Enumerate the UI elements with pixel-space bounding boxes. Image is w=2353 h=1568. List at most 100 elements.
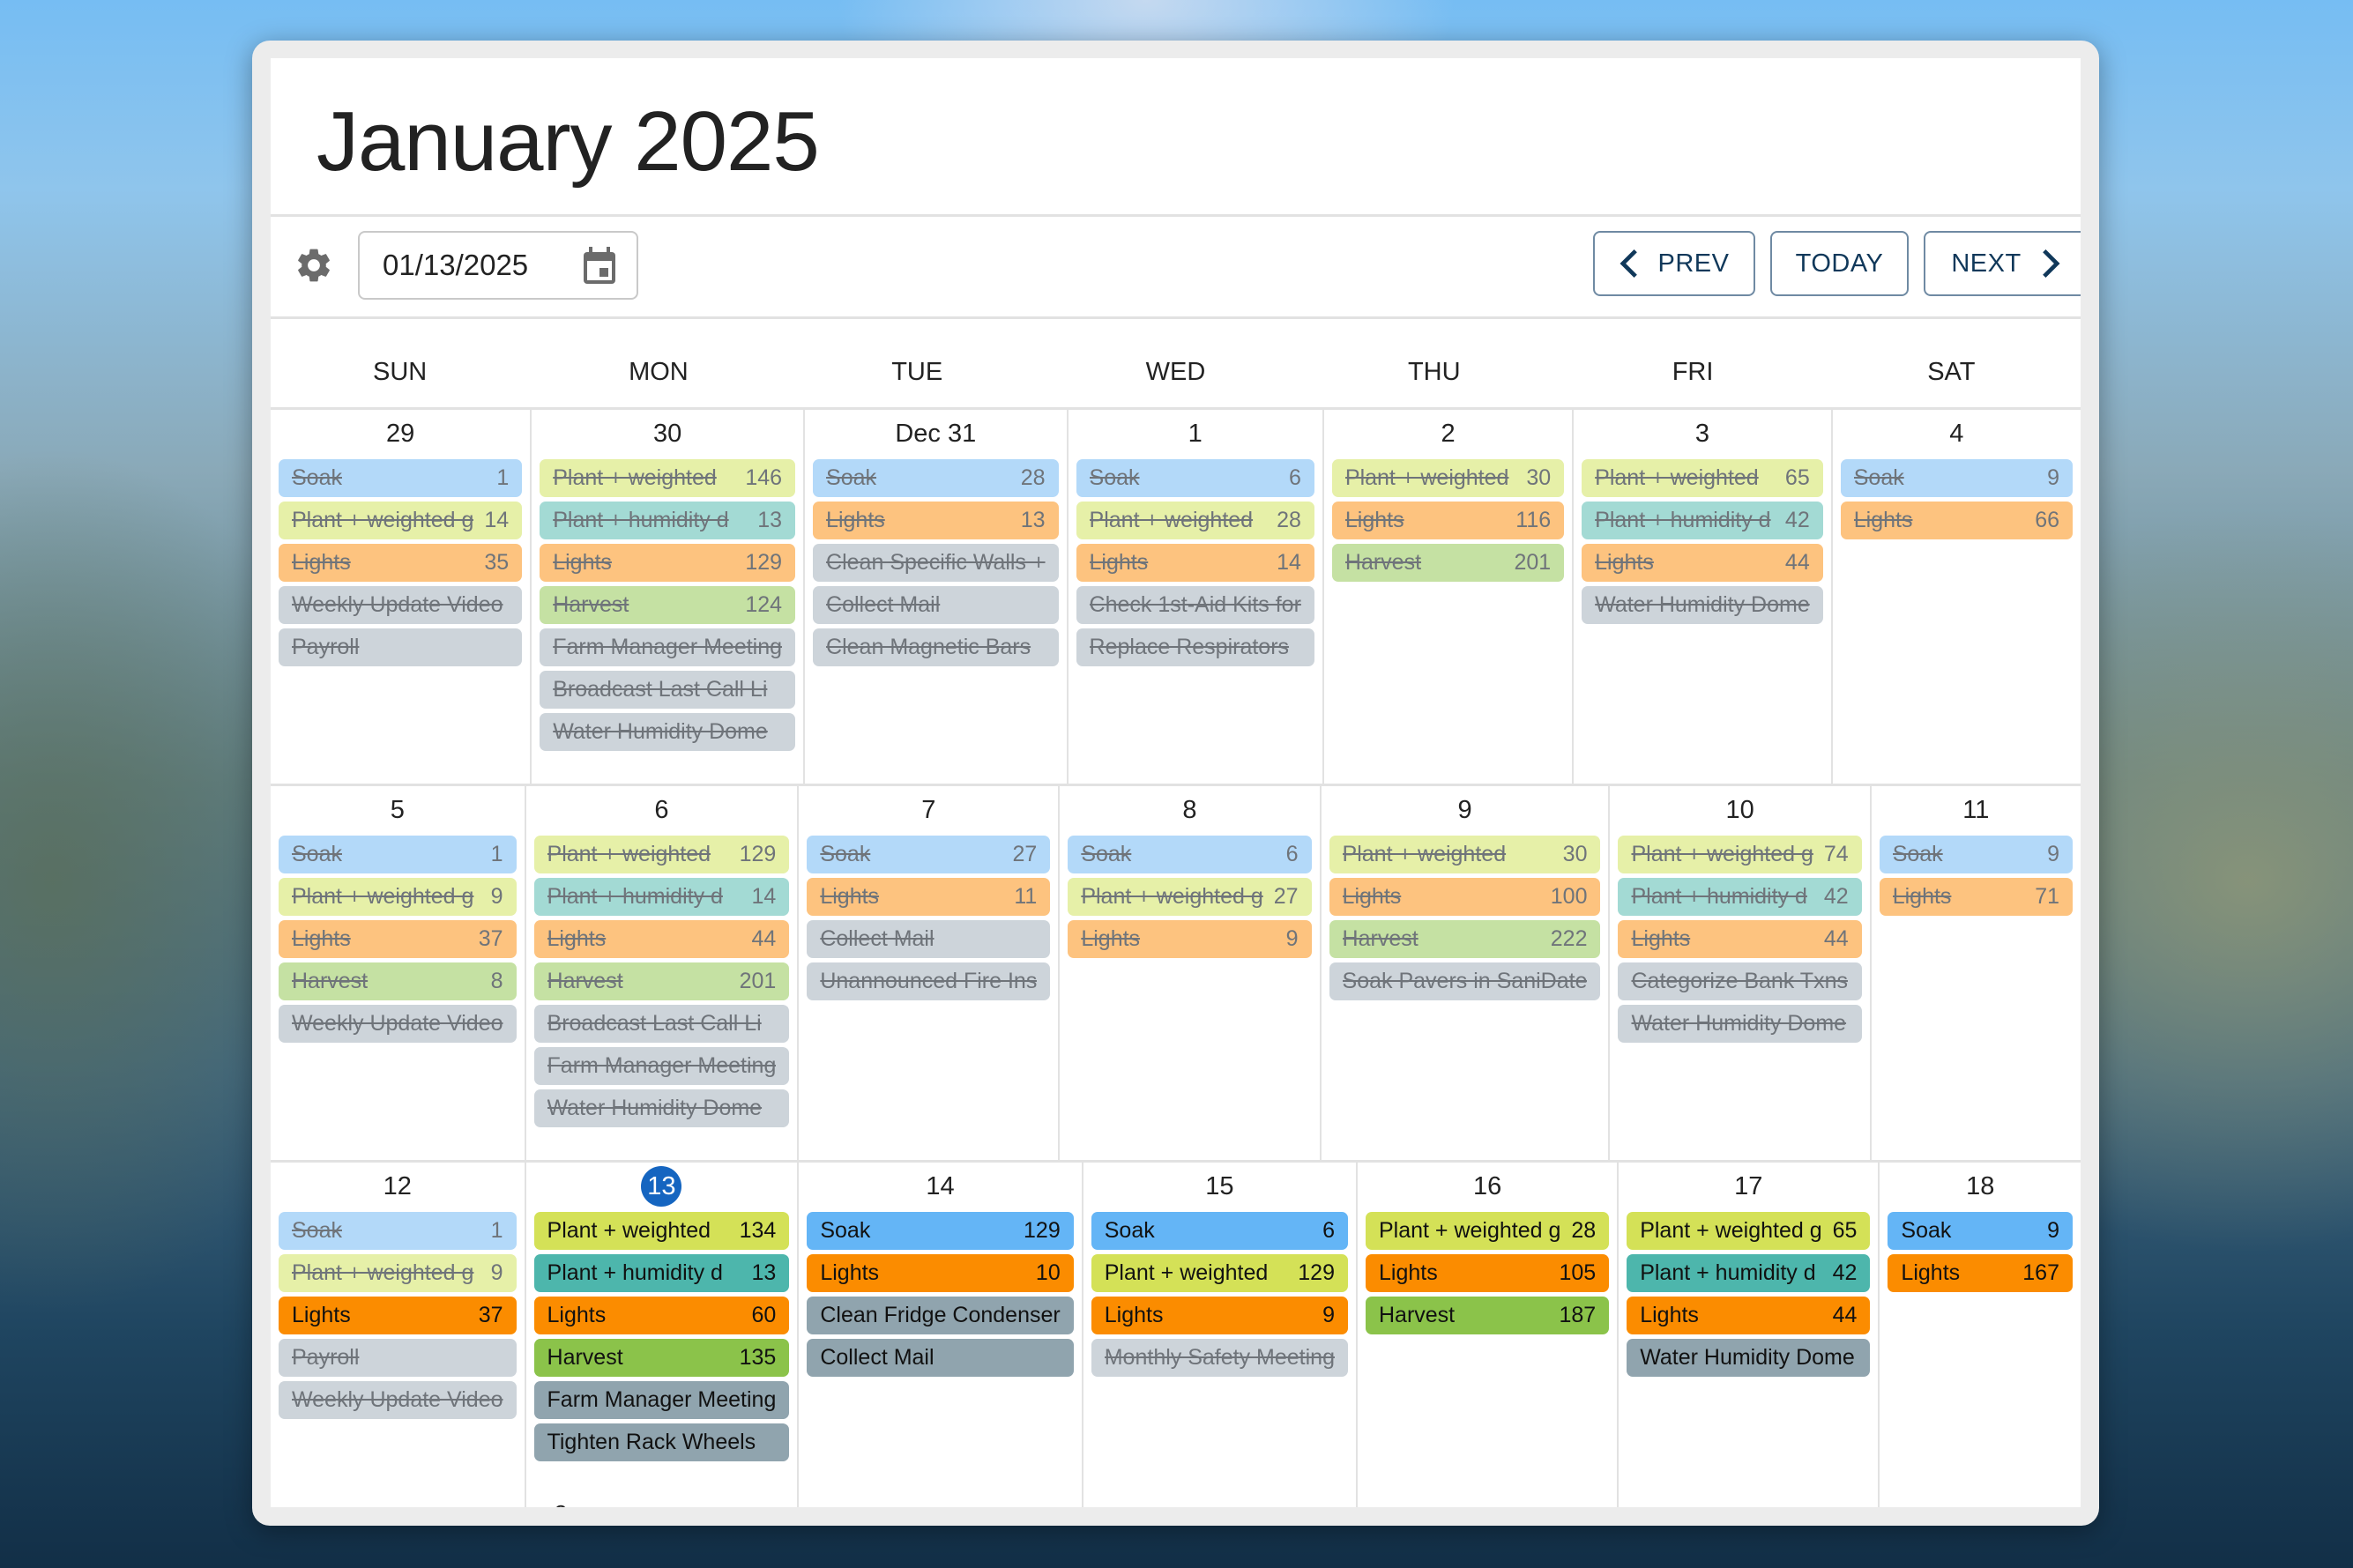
- event-chip[interactable]: Plant + weighted g 27: [1068, 878, 1312, 916]
- event-chip[interactable]: Plant + humidity d 13: [533, 1254, 790, 1292]
- event-chip[interactable]: Plant + weighted 30: [1331, 459, 1565, 497]
- event-chip[interactable]: Categorize Bank Txns: [1618, 962, 1862, 1000]
- event-chip[interactable]: Payroll: [279, 1339, 517, 1377]
- event-chip[interactable]: Plant + weighted 30: [1329, 836, 1601, 873]
- event-chip[interactable]: Plant + humidity d 42: [1627, 1254, 1871, 1292]
- event-chip[interactable]: Soak 1: [279, 836, 517, 873]
- event-chip[interactable]: Plant + weighted 28: [1076, 502, 1314, 539]
- event-chip[interactable]: Clean Magnetic Bars: [813, 628, 1059, 666]
- event-chip[interactable]: Farm Manager Meeting: [533, 1047, 790, 1085]
- gear-icon[interactable]: [294, 245, 334, 286]
- event-chip[interactable]: Plant + weighted g 9: [279, 1254, 517, 1292]
- day-number[interactable]: 9: [1322, 786, 1609, 836]
- event-chip[interactable]: Check 1st-Aid Kits for: [1076, 586, 1314, 624]
- today-button[interactable]: TODAY: [1770, 231, 1909, 296]
- event-chip[interactable]: Lights 105: [1365, 1254, 1610, 1292]
- day-cell[interactable]: 1 Soak 6 Plant + weighted 28 Lights 14 Check 1s…: [1069, 410, 1324, 784]
- event-chip[interactable]: Clean Specific Walls +: [813, 544, 1059, 582]
- day-number[interactable]: 5: [271, 786, 525, 836]
- event-chip[interactable]: Lights 11: [807, 878, 1051, 916]
- day-number[interactable]: 1: [1069, 410, 1322, 459]
- day-cell[interactable]: 16 Plant + weighted g 28 Lights 105 Harvest 18…: [1358, 1163, 1620, 1507]
- event-chip[interactable]: Replace Respirators: [1076, 628, 1314, 666]
- event-chip[interactable]: Lights 44: [1618, 920, 1862, 958]
- day-number[interactable]: 17: [1619, 1163, 1878, 1212]
- day-cell[interactable]: 5 Soak 1 Plant + weighted g 9 Lights 37 Harvest…: [271, 786, 526, 1160]
- event-chip[interactable]: Plant + humidity d 42: [1582, 502, 1823, 539]
- day-cell[interactable]: 7 Soak 27 Lights 11 Collect Mail Unannounced F…: [799, 786, 1061, 1160]
- day-cell[interactable]: 29 Soak 1 Plant + weighted g 14 Lights 35 Weekl…: [271, 410, 532, 784]
- event-chip[interactable]: Plant + weighted 146: [540, 459, 796, 497]
- date-input[interactable]: [383, 233, 577, 298]
- event-chip[interactable]: Harvest 124: [540, 586, 796, 624]
- event-chip[interactable]: Unannounced Fire Ins: [807, 962, 1051, 1000]
- day-cell[interactable]: 2 Plant + weighted 30 Lights 116 Harvest 201: [1324, 410, 1575, 784]
- event-chip[interactable]: Harvest 187: [1365, 1297, 1610, 1334]
- day-cell[interactable]: 30 Plant + weighted 146 Plant + humidity d 1…: [532, 410, 806, 784]
- event-chip[interactable]: Soak 6: [1091, 1212, 1348, 1250]
- day-number[interactable]: Dec 31: [805, 410, 1066, 459]
- day-cell[interactable]: 11 Soak 9 Lights 71: [1872, 786, 2081, 1160]
- event-chip[interactable]: Lights 37: [279, 920, 517, 958]
- event-chip[interactable]: Weekly Update Video: [279, 1381, 517, 1419]
- event-chip[interactable]: Collect Mail: [807, 1339, 1074, 1377]
- day-cell[interactable]: 9 Plant + weighted 30 Lights 100 Harvest 222 So…: [1322, 786, 1611, 1160]
- day-number[interactable]: 11: [1872, 786, 2081, 836]
- event-chip[interactable]: Water Humidity Dome: [1618, 1005, 1862, 1043]
- event-chip[interactable]: Harvest 8: [279, 962, 517, 1000]
- event-chip[interactable]: Plant + weighted 129: [533, 836, 790, 873]
- event-chip[interactable]: Lights 13: [813, 502, 1059, 539]
- day-number[interactable]: 16: [1358, 1163, 1617, 1212]
- event-chip[interactable]: Plant + weighted g 74: [1618, 836, 1862, 873]
- event-chip[interactable]: Water Humidity Dome: [533, 1089, 790, 1127]
- event-chip[interactable]: Farm Manager Meeting: [533, 1381, 790, 1419]
- prev-button[interactable]: PREV: [1593, 231, 1755, 296]
- event-chip[interactable]: Plant + weighted 129: [1091, 1254, 1348, 1292]
- event-chip[interactable]: Soak 6: [1076, 459, 1314, 497]
- day-number[interactable]: 4: [1833, 410, 2081, 459]
- day-cell[interactable]: 18 Soak 9 Lights 167: [1880, 1163, 2081, 1507]
- day-number[interactable]: 14: [799, 1163, 1081, 1212]
- event-chip[interactable]: Clean Fridge Condenser: [807, 1297, 1074, 1334]
- event-chip[interactable]: Water Humidity Dome: [1582, 586, 1823, 624]
- event-chip[interactable]: Water Humidity Dome: [540, 713, 796, 751]
- event-chip[interactable]: Weekly Update Video: [279, 1005, 517, 1043]
- day-cell[interactable]: 13 Plant + weighted 134 Plant + humidity d 1…: [526, 1163, 800, 1507]
- day-cell[interactable]: 8 Soak 6 Plant + weighted g 27 Lights 9: [1060, 786, 1322, 1160]
- event-chip[interactable]: Lights 44: [1627, 1297, 1871, 1334]
- event-chip[interactable]: Plant + weighted g 28: [1365, 1212, 1610, 1250]
- day-number[interactable]: 2: [1324, 410, 1572, 459]
- day-cell[interactable]: 6 Plant + weighted 129 Plant + humidity d 14…: [526, 786, 800, 1160]
- event-chip[interactable]: Broadcast Last Call Li: [540, 671, 796, 709]
- event-chip[interactable]: Harvest 135: [533, 1339, 790, 1377]
- event-chip[interactable]: Plant + humidity d 42: [1618, 878, 1862, 916]
- event-chip[interactable]: Lights 37: [279, 1297, 517, 1334]
- event-chip[interactable]: Lights 66: [1840, 502, 2073, 539]
- event-chip[interactable]: Plant + humidity d 14: [533, 878, 790, 916]
- event-chip[interactable]: Plant + weighted 65: [1582, 459, 1823, 497]
- event-chip[interactable]: Lights 14: [1076, 544, 1314, 582]
- day-cell[interactable]: 10 Plant + weighted g 74 Plant + humidity d…: [1610, 786, 1872, 1160]
- calendar-icon[interactable]: [582, 247, 617, 286]
- event-chip[interactable]: Lights 167: [1888, 1254, 2073, 1292]
- event-chip[interactable]: Payroll: [279, 628, 523, 666]
- day-number[interactable]: 12: [271, 1163, 525, 1212]
- day-cell[interactable]: 3 Plant + weighted 65 Plant + humidity d 42 L…: [1574, 410, 1833, 784]
- event-chip[interactable]: Tighten Rack Wheels: [533, 1423, 790, 1461]
- event-chip[interactable]: Soak 1: [279, 1212, 517, 1250]
- more-events-link[interactable]: +2 more: [541, 1500, 626, 1507]
- date-field[interactable]: [358, 231, 638, 300]
- event-chip[interactable]: Plant + humidity d 13: [540, 502, 796, 539]
- day-cell[interactable]: 15 Soak 6 Plant + weighted 129 Lights 9 Monthly…: [1083, 1163, 1358, 1507]
- event-chip[interactable]: Monthly Safety Meeting: [1091, 1339, 1348, 1377]
- event-chip[interactable]: Lights 10: [807, 1254, 1074, 1292]
- event-chip[interactable]: Plant + weighted g 65: [1627, 1212, 1871, 1250]
- next-button[interactable]: NEXT: [1924, 231, 2081, 296]
- event-chip[interactable]: Plant + weighted 134: [533, 1212, 790, 1250]
- event-chip[interactable]: Soak 1: [279, 459, 523, 497]
- event-chip[interactable]: Lights 100: [1329, 878, 1601, 916]
- day-number[interactable]: 10: [1610, 786, 1869, 836]
- event-chip[interactable]: Collect Mail: [807, 920, 1051, 958]
- event-chip[interactable]: Lights 129: [540, 544, 796, 582]
- event-chip[interactable]: Lights 44: [533, 920, 790, 958]
